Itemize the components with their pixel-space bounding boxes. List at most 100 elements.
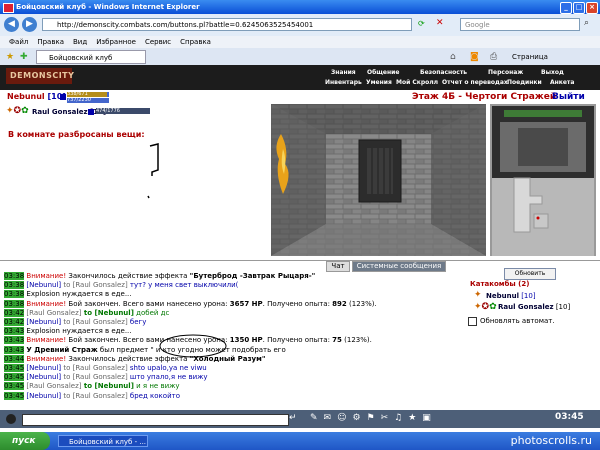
smile-icon[interactable]: [6, 414, 16, 424]
minimap[interactable]: [490, 104, 596, 256]
chat-timestamp: 03:45: [4, 373, 25, 382]
chat-timestamp: 03:42: [4, 318, 25, 327]
chat-timestamp: 03:38: [4, 272, 25, 280]
maximize-button[interactable]: □: [573, 2, 585, 14]
game-clock: 03:45: [555, 412, 584, 422]
menu-edit[interactable]: Правка: [37, 38, 64, 46]
tab-label: Бойцовский клуб: [49, 54, 113, 62]
tab-system-messages[interactable]: Системные сообщения: [352, 261, 446, 272]
page-menu[interactable]: Страница: [512, 50, 548, 64]
chat-message: 03:45 [Raul Gonsalez] to [Nebunul] и я н…: [4, 382, 180, 391]
chat-sender[interactable]: [Nebunul]: [26, 281, 61, 289]
chat-input[interactable]: [22, 414, 289, 426]
circled-annotation: [159, 334, 227, 358]
chat-message: 03:45 [Nebunul] to [Raul Gonsalez] што у…: [4, 373, 208, 382]
chat-timestamp: 03:38: [4, 290, 25, 299]
chat-message: 03:42 [Nebunul] to [Raul Gonsalez] бегу: [4, 318, 147, 327]
minimize-button[interactable]: _: [560, 2, 572, 14]
forward-button[interactable]: ▶: [22, 17, 37, 32]
add-favorite-icon[interactable]: ✚: [20, 52, 28, 62]
chat-tool-icons[interactable]: ✎✉☺⚙⚑✂♫★▣: [310, 413, 437, 423]
menu-tools[interactable]: Сервис: [145, 38, 171, 46]
party-icons: ✦✪✿: [6, 106, 29, 116]
dropped-item-sketch[interactable]: [140, 140, 170, 210]
close-button[interactable]: ×: [586, 2, 598, 14]
browser-tab[interactable]: Бойцовский клуб: [36, 50, 146, 64]
refresh-button[interactable]: Обновить: [504, 268, 556, 280]
feed-icon[interactable]: ◙: [470, 52, 479, 62]
chat-message: 03:43 Explosion нуждается в еде...: [4, 327, 132, 336]
nav-exit[interactable]: Выход: [541, 69, 564, 76]
right-panel: Обновить Катакомбы (2) ✦ Nebunul [10] ✦✪…: [466, 268, 600, 408]
member-raul[interactable]: Raul Gonsalez [10]: [498, 303, 570, 311]
dungeon-view[interactable]: [271, 104, 486, 256]
opponent-hp-bar: 474/1776: [96, 108, 150, 114]
nav-inventory[interactable]: Инвентарь: [325, 79, 362, 86]
info-icon[interactable]: [60, 94, 66, 100]
chat-sender[interactable]: [Nebunul]: [26, 373, 61, 381]
chat-message: 03:44 Внимание! Закончилось действие эфф…: [4, 354, 266, 363]
chat-sender[interactable]: [Raul Gonsalez]: [26, 382, 81, 390]
tab-chat[interactable]: Чат: [326, 261, 350, 272]
menu-bar: Файл Правка Вид Избранное Сервис Справка: [0, 36, 600, 48]
taskbar-item[interactable]: Бойцовский клуб - ...: [58, 435, 148, 447]
dungeon-scene: [271, 104, 486, 256]
chat-log: 03:38 Внимание! Закончилось действие эфф…: [4, 272, 464, 408]
home-icon[interactable]: ⌂: [450, 52, 456, 62]
chat-sender[interactable]: [Nebunul]: [26, 318, 61, 326]
nav-character[interactable]: Персонаж: [488, 69, 523, 76]
catacombs-title: Катакомбы (2): [470, 280, 530, 288]
location-title: Этаж 4Б - Чертоги Стражей: [412, 92, 557, 102]
chat-sender[interactable]: [Raul Gonsalez]: [26, 309, 81, 317]
taskbar: пуск Бойцовский клуб - ... photoscrolls.…: [0, 432, 600, 450]
chat-input-bar: ↵ ✎✉☺⚙⚑✂♫★▣ 03:45: [0, 410, 600, 428]
game-header: DEMONSCITY Знания Общение Безопасность П…: [0, 65, 600, 90]
browser-icon: [3, 3, 14, 13]
chat-sender[interactable]: [Nebunul]: [26, 392, 61, 400]
nav-knowledge[interactable]: Знания: [331, 69, 356, 76]
back-button[interactable]: ◀: [4, 17, 19, 32]
menu-help[interactable]: Справка: [180, 38, 211, 46]
menu-file[interactable]: Файл: [9, 38, 28, 46]
menu-favorites[interactable]: Избранное: [96, 38, 136, 46]
nav-profile[interactable]: Анкета: [550, 79, 574, 86]
favorites-star-icon[interactable]: ★: [6, 52, 14, 62]
room-items-title: В комнате разбросаны вещи:: [8, 130, 145, 139]
nav-skills[interactable]: Умения: [366, 79, 392, 86]
refresh-icon[interactable]: ⟳: [418, 19, 428, 29]
window-title: Бойцовский клуб - Windows Internet Explo…: [16, 3, 200, 11]
search-icon[interactable]: ⌕: [584, 18, 589, 28]
chat-timestamp: 03:43: [4, 336, 25, 345]
url-input[interactable]: http://demonscity.combats.com/buttons.pl…: [42, 18, 412, 31]
chat-timestamp: 03:38: [4, 281, 25, 290]
chat-timestamp: 03:42: [4, 308, 25, 317]
chat-timestamp: 03:43: [4, 345, 25, 354]
player-hp-bar-end: [107, 92, 109, 97]
nav-fights[interactable]: Поединки: [507, 79, 542, 86]
nav-transfers[interactable]: Отчет о переводах: [442, 79, 508, 86]
chat-timestamp: 03:45: [4, 364, 25, 373]
player-name[interactable]: Nebunul [10]: [7, 92, 66, 101]
menu-view[interactable]: Вид: [73, 38, 87, 46]
print-icon[interactable]: ⎙: [490, 52, 497, 62]
nav-my-scroll[interactable]: Мой Скролл: [396, 79, 438, 86]
exit-button[interactable]: Выйти: [552, 92, 585, 102]
nav-security[interactable]: Безопасность: [420, 69, 467, 76]
send-icon[interactable]: ↵: [289, 413, 297, 423]
opponent-info-icon[interactable]: [88, 109, 94, 115]
member-icons: ✦: [474, 290, 482, 300]
start-button[interactable]: пуск: [0, 432, 50, 450]
member-nebunul[interactable]: Nebunul [10]: [486, 292, 536, 300]
chat-message: 03:45 [Nebunul] to [Raul Gonsalez] shto …: [4, 364, 207, 373]
chat-timestamp: 03:44: [4, 354, 25, 363]
chat-sender[interactable]: [Nebunul]: [26, 364, 61, 372]
chat-message: 03:38 [Nebunul] to [Raul Gonsalez] тут? …: [4, 281, 239, 290]
chat-message: 03:38 Внимание! Закончилось действие эфф…: [4, 272, 316, 280]
chat-message: 03:38 Explosion нуждается в еде...: [4, 290, 132, 299]
chat-message: 03:43 У Древний Страж был предмет " и кт…: [4, 345, 286, 354]
nav-chat[interactable]: Общение: [367, 69, 399, 76]
search-input[interactable]: Google: [460, 18, 580, 31]
auto-refresh-checkbox[interactable]: [468, 317, 477, 326]
game-logo: DEMONSCITY: [6, 68, 74, 84]
stop-icon[interactable]: ✕: [436, 18, 446, 28]
